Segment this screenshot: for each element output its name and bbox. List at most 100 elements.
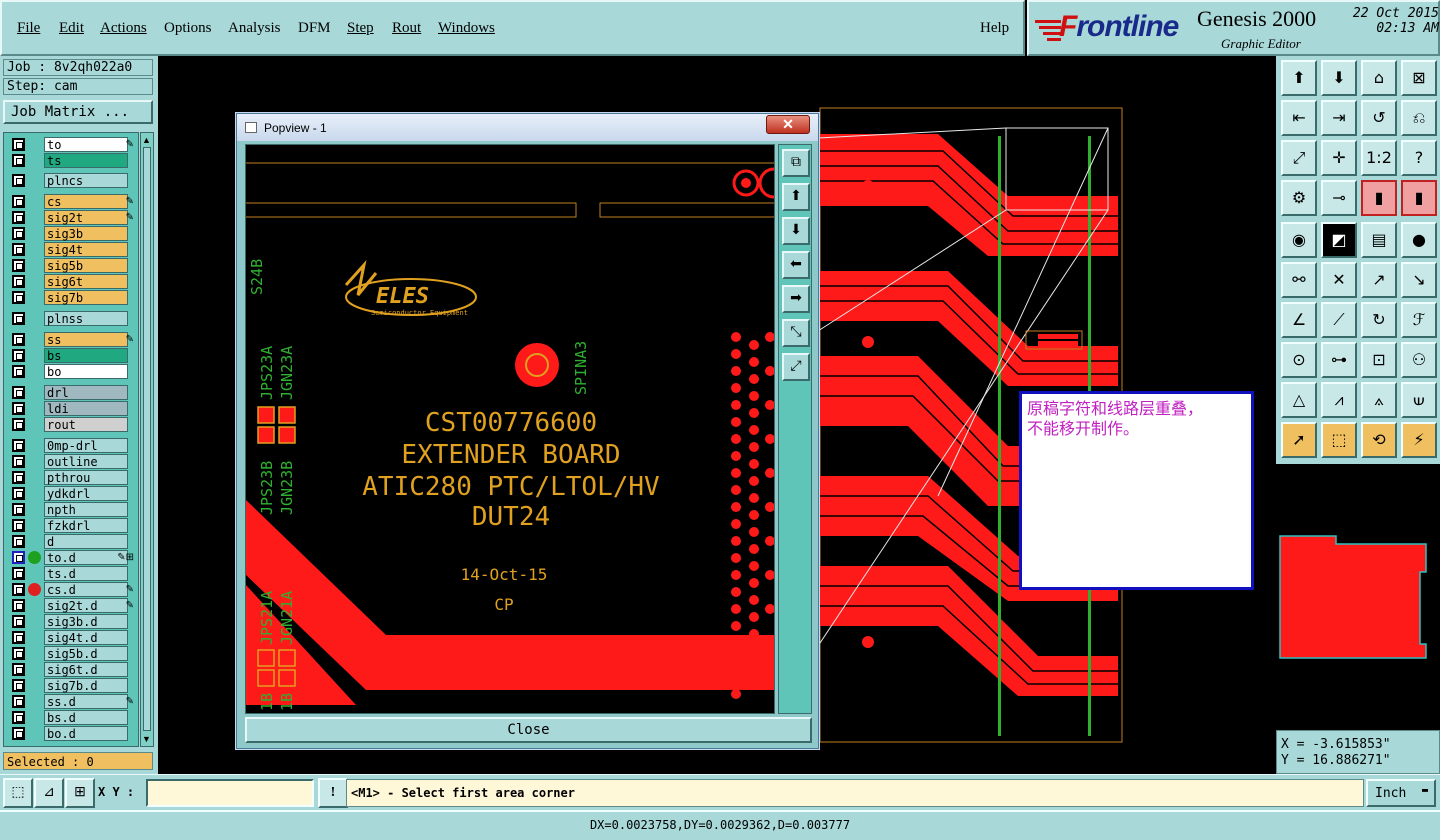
step-down-icon-button[interactable]: ⬇ [1321, 60, 1357, 96]
layer-row[interactable]: cs ✎ [6, 194, 136, 209]
layer-row[interactable]: d [6, 534, 136, 549]
layer-checkbox[interactable] [12, 535, 25, 548]
ruler-icon-button[interactable]: ▤ [1361, 222, 1397, 258]
job-matrix-button[interactable]: Job Matrix ... [3, 100, 153, 124]
popview-window[interactable]: Popview - 1 ✕ ELES Semiconductor Equipme… [236, 113, 819, 749]
layer-checkbox[interactable] [12, 439, 25, 452]
group-icon-button[interactable]: ⚇ [1401, 342, 1437, 378]
layer-checkbox[interactable] [12, 154, 25, 167]
net-icon-button[interactable]: ⚯ [1281, 262, 1317, 298]
layer-name[interactable]: to [44, 137, 128, 152]
layer-row[interactable]: cs.d ✎ [6, 582, 136, 597]
layer-row[interactable]: npth [6, 502, 136, 517]
lasso-icon-button[interactable]: ⟲ [1361, 422, 1397, 458]
layer-checkbox[interactable] [12, 195, 25, 208]
pad-icon-button[interactable]: ● [1401, 222, 1437, 258]
layer-name[interactable]: ts [44, 153, 128, 168]
layer-checkbox[interactable] [12, 243, 25, 256]
layer-name[interactable]: bo [44, 364, 128, 379]
scroll-up-icon[interactable]: ▲ [142, 135, 151, 145]
layer-row[interactable]: ss.d ✎ [6, 694, 136, 709]
home-icon-button[interactable]: ⌂ [1361, 60, 1397, 96]
layer-name[interactable]: bo.d [44, 726, 128, 741]
layer-name[interactable]: 0mp-drl [44, 438, 128, 453]
angle-icon-button[interactable]: ∠ [1281, 302, 1317, 338]
popview-canvas[interactable]: ELES Semiconductor Equipment CST00776600… [245, 144, 775, 714]
layer-name[interactable]: to.d [44, 550, 128, 565]
menu-help[interactable]: Help [980, 20, 1009, 37]
layer-list-scrollbar[interactable]: ▲ ▼ [140, 132, 154, 747]
pan-down-icon[interactable]: ⬇ [782, 217, 810, 245]
layer-row[interactable]: to ✎ [6, 137, 136, 152]
layer-name[interactable]: rout [44, 417, 128, 432]
layer-row[interactable]: ydkdrl [6, 486, 136, 501]
layer-checkbox[interactable] [12, 711, 25, 724]
scroll-down-icon[interactable]: ▼ [142, 734, 151, 744]
layer-row[interactable]: bs [6, 348, 136, 363]
layer-name[interactable]: ldi [44, 401, 128, 416]
layer-checkbox[interactable] [12, 519, 25, 532]
layer-name[interactable]: sig4t.d [44, 630, 128, 645]
layer-row[interactable]: ts [6, 153, 136, 168]
layer-checkbox[interactable] [12, 599, 25, 612]
layer-name[interactable]: sig5b.d [44, 646, 128, 661]
move-icon-button[interactable]: ↗ [1361, 262, 1397, 298]
fit-icon-button[interactable]: ⤢ [1281, 140, 1317, 176]
zoom-out-icon[interactable]: ⤢ [782, 353, 810, 381]
layer-name[interactable]: sig4t [44, 242, 128, 257]
swap-icon-button[interactable]: ⎌ [1401, 100, 1437, 136]
layer-row[interactable]: sig3b [6, 226, 136, 241]
alert-icon[interactable]: ! [318, 778, 348, 808]
layers-icon-button[interactable]: ▮ [1401, 180, 1437, 216]
layer-checkbox[interactable] [12, 138, 25, 151]
snap-icon[interactable]: ⬚ [3, 778, 33, 808]
layer-row[interactable]: plncs [6, 173, 136, 188]
menu-file[interactable]: File [17, 20, 40, 37]
layer-checkbox[interactable] [12, 402, 25, 415]
layer-checkbox[interactable] [12, 174, 25, 187]
feature-icon-button[interactable]: ◉ [1281, 222, 1317, 258]
measure-icon[interactable]: ⊿ [34, 778, 64, 808]
redo-icon-button[interactable]: ⇥ [1321, 100, 1357, 136]
fill-icon-button[interactable]: ◩ [1321, 222, 1357, 258]
layer-checkbox[interactable] [12, 333, 25, 346]
grid-icon[interactable]: ⊞ [65, 778, 95, 808]
layer-row[interactable]: to.d ✎⊞ [6, 550, 136, 565]
layer-name[interactable]: sig2t.d [44, 598, 128, 613]
menu-actions[interactable]: Actions [100, 20, 147, 37]
delete-icon-button[interactable]: ✕ [1321, 262, 1357, 298]
layer-row[interactable]: sig2t ✎ [6, 210, 136, 225]
peak-icon-button[interactable]: ⩘ [1321, 382, 1357, 418]
layer-name[interactable]: outline [44, 454, 128, 469]
zoom-window-icon[interactable]: ⧉ [782, 149, 810, 177]
layer-name[interactable]: pthrou [44, 470, 128, 485]
line-icon-button[interactable]: ⟋ [1321, 302, 1357, 338]
close-window-button[interactable]: ✕ [766, 115, 810, 134]
zoom-in-icon[interactable]: ⤡ [782, 319, 810, 347]
layer-name[interactable]: drl [44, 385, 128, 400]
layer-row[interactable]: sig4t [6, 242, 136, 257]
snap-node-icon-button[interactable]: ⚡ [1401, 422, 1437, 458]
layer-name[interactable]: sig6t [44, 274, 128, 289]
pan-right-icon[interactable]: ➡ [782, 285, 810, 313]
layer-name[interactable]: bs.d [44, 710, 128, 725]
layer-row[interactable]: sig3b.d [6, 614, 136, 629]
text-icon-button[interactable]: ℱ [1401, 302, 1437, 338]
apex-icon-button[interactable]: ⟑ [1361, 382, 1397, 418]
layer-checkbox[interactable] [12, 386, 25, 399]
layer-row[interactable]: sig7b.d [6, 678, 136, 693]
layer-row[interactable]: sig6t [6, 274, 136, 289]
layer-name[interactable]: sig7b [44, 290, 128, 305]
layer-checkbox[interactable] [12, 291, 25, 304]
xy-input[interactable] [146, 779, 314, 807]
layer-row[interactable]: bs.d [6, 710, 136, 725]
layer-checkbox[interactable] [12, 679, 25, 692]
pan-up-icon[interactable]: ⬆ [782, 183, 810, 211]
layer-row[interactable]: 0mp-drl [6, 438, 136, 453]
copy-icon-button[interactable]: ↘ [1401, 262, 1437, 298]
settings-icon-button[interactable]: ⚙ [1281, 180, 1317, 216]
menu-analysis[interactable]: Analysis [228, 20, 281, 37]
layer-checkbox[interactable] [12, 663, 25, 676]
layer-name[interactable]: bs [44, 348, 128, 363]
layer-row[interactable]: drl [6, 385, 136, 400]
